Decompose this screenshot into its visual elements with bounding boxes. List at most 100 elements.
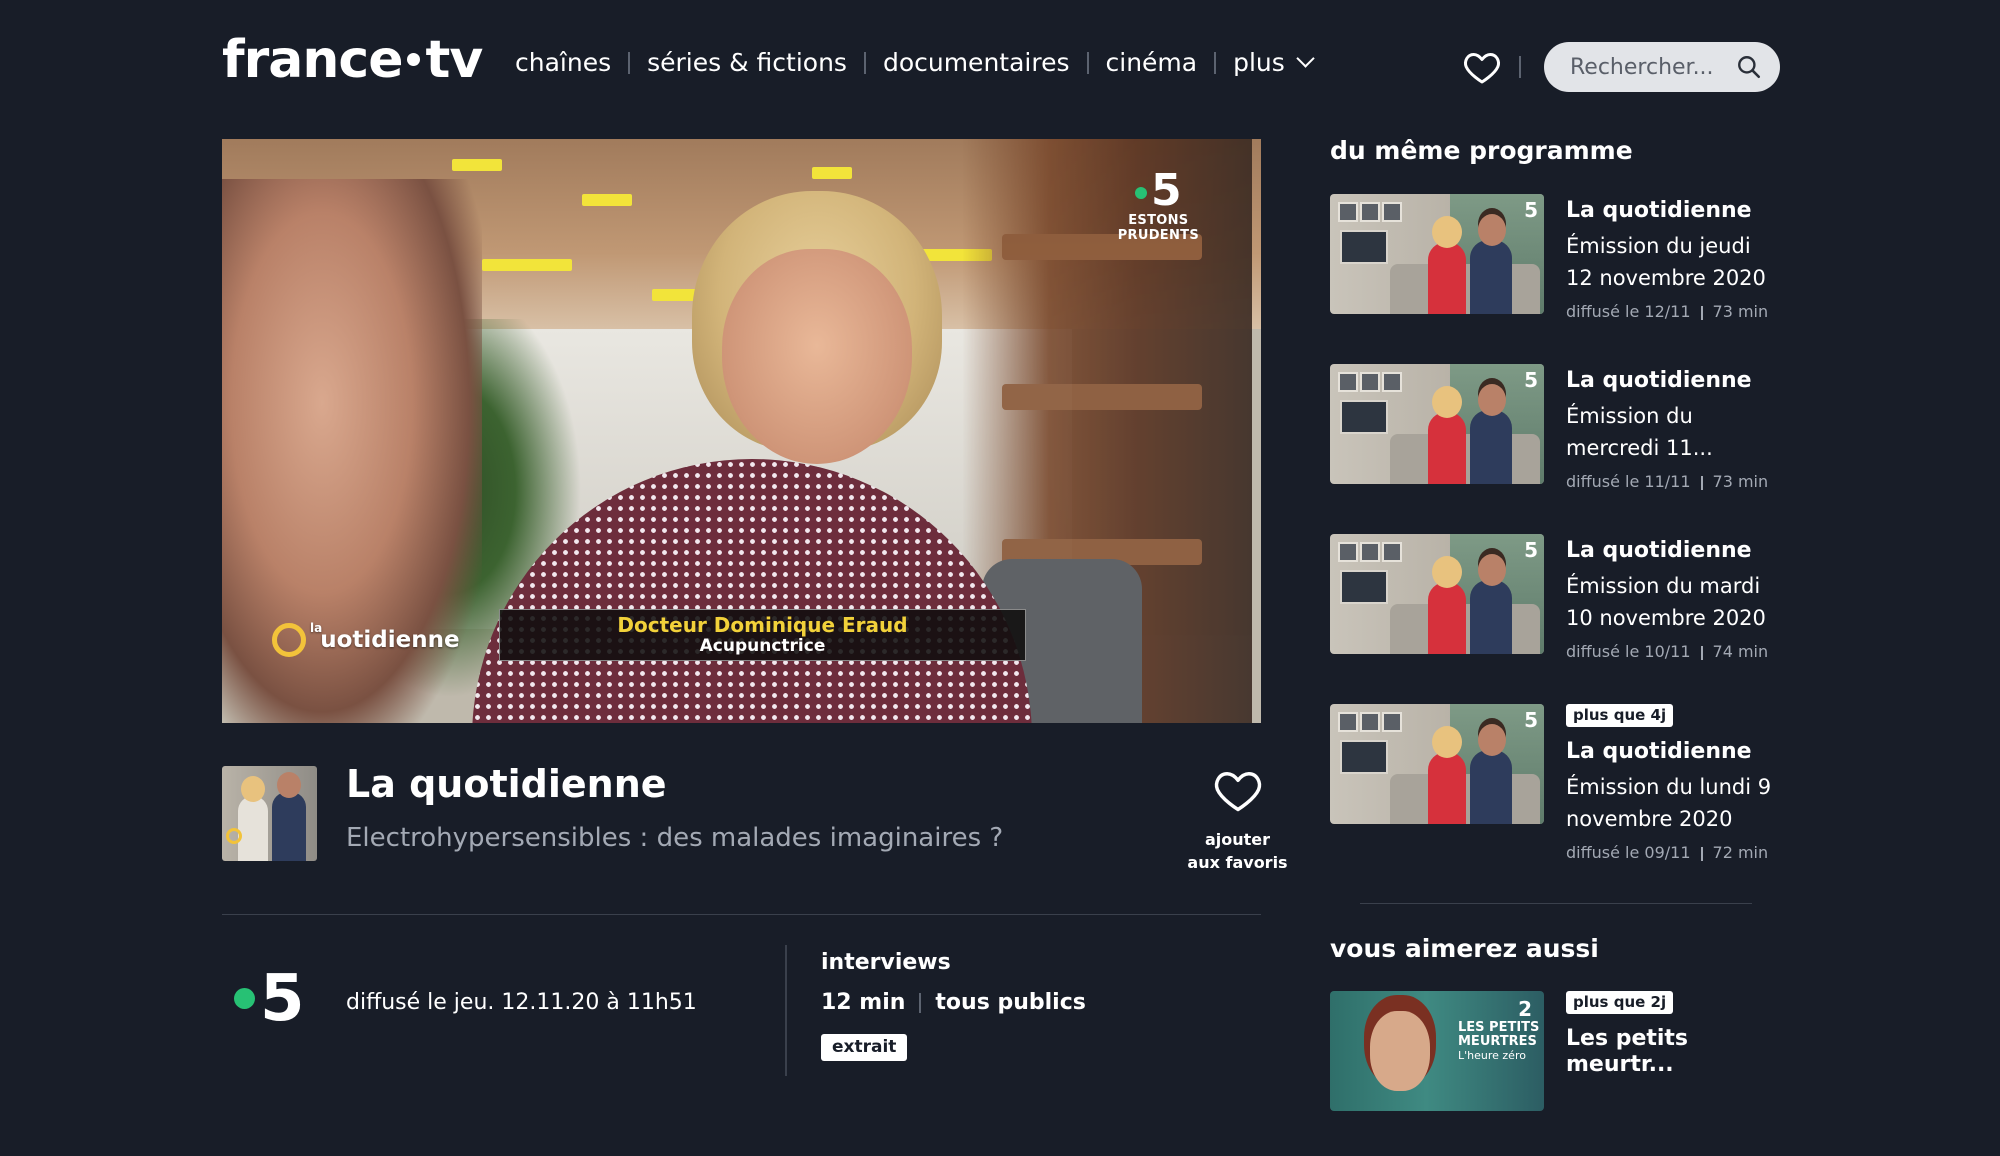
episode-card[interactable]: 5 plus que 4j La quotidienne Émission du… bbox=[1330, 704, 1780, 869]
thumbnail-channel-number: 5 bbox=[1524, 708, 1538, 732]
show-logo-overlay: la uotidienne bbox=[272, 621, 460, 657]
thumbnail-channel-number: 2 bbox=[1518, 997, 1532, 1021]
main-nav: chaînes séries & fictions documentaires … bbox=[515, 48, 1315, 77]
show-logo-text: uotidienne bbox=[320, 627, 460, 653]
nav-separator bbox=[1214, 51, 1217, 74]
episode-subtitle: Émission du jeudi 12 novembre 2020 bbox=[1566, 234, 1766, 290]
episode-duration: 74 min bbox=[1712, 642, 1769, 661]
nav-plus[interactable]: plus bbox=[1233, 48, 1315, 77]
episode-thumbnail[interactable]: 5 bbox=[1330, 364, 1544, 484]
recommendations-heading: vous aimerez aussi bbox=[1330, 934, 1599, 963]
logo-text-right: tv bbox=[425, 30, 483, 90]
recommendation-card[interactable]: LES PETITS MEURTRES L'heure zéro 2 plus qu… bbox=[1330, 991, 1780, 1156]
thumb-text-2: MEURTRES bbox=[1458, 1034, 1537, 1049]
nav-documentaires[interactable]: documentaires bbox=[883, 48, 1070, 77]
program-thumbnail[interactable] bbox=[222, 766, 317, 861]
meta-separator bbox=[1700, 305, 1703, 320]
video-player[interactable]: 5 ESTONS PRUDENTS la uotidienne Docteur … bbox=[222, 139, 1261, 723]
video-frame-guest-face bbox=[722, 249, 912, 464]
episode-aired: diffusé le 11/11 bbox=[1566, 472, 1691, 491]
lower-third: Docteur Dominique Eraud Acupunctrice bbox=[499, 609, 1026, 661]
channel-logo-number: 5 bbox=[260, 962, 305, 1036]
meta-separator bbox=[1700, 475, 1703, 490]
episode-card[interactable]: 5 La quotidienne Émission du jeudi 12 no… bbox=[1330, 194, 1780, 359]
add-to-favorites-button[interactable]: ajouter aux favoris bbox=[1180, 766, 1295, 874]
sidebar-divider bbox=[1360, 903, 1752, 904]
genre-label[interactable]: interviews bbox=[821, 950, 951, 975]
nav-separator bbox=[1086, 51, 1089, 74]
search-box[interactable] bbox=[1544, 42, 1780, 92]
episode-meta: diffusé le 11/11 73 min bbox=[1566, 472, 1780, 491]
thumbnail-portrait bbox=[1370, 1011, 1430, 1091]
thumbnail-channel-number: 5 bbox=[1524, 368, 1538, 392]
episode-title[interactable]: La quotidienne bbox=[1566, 368, 1780, 394]
show-logo-q-icon bbox=[272, 623, 306, 657]
vertical-divider bbox=[785, 945, 787, 1076]
content-divider bbox=[222, 914, 1261, 915]
header-separator bbox=[1519, 56, 1521, 78]
episode-card[interactable]: 5 La quotidienne Émission du mercredi 11… bbox=[1330, 364, 1780, 529]
meta-separator bbox=[1700, 846, 1703, 861]
episode-thumbnail[interactable]: 5 bbox=[1330, 534, 1544, 654]
episode-title[interactable]: La quotidienne bbox=[1566, 198, 1780, 224]
thumb-text-3: L'heure zéro bbox=[1458, 1049, 1526, 1062]
episode-subtitle: Émission du mardi 10 novembre 2020 bbox=[1566, 574, 1766, 630]
episode-meta: diffusé le 09/11 72 min bbox=[1566, 843, 1780, 862]
episode-aired: diffusé le 12/11 bbox=[1566, 302, 1691, 321]
availability-badge: plus que 2j bbox=[1566, 991, 1674, 1014]
episode-title[interactable]: La quotidienne bbox=[1566, 538, 1780, 564]
france-tv-logo[interactable]: france tv bbox=[222, 30, 483, 90]
recommendation-title[interactable]: Les petits meurtr... bbox=[1566, 1026, 1780, 1078]
episode-meta: diffusé le 12/11 73 min bbox=[1566, 302, 1780, 321]
same-program-heading: du même programme bbox=[1330, 136, 1633, 165]
nav-series-fictions[interactable]: séries & fictions bbox=[647, 48, 847, 77]
nav-cinema[interactable]: cinéma bbox=[1106, 48, 1198, 77]
episode-thumbnail[interactable]: 5 bbox=[1330, 194, 1544, 314]
thumbnail-channel-number: 5 bbox=[1524, 538, 1538, 562]
heart-icon bbox=[1214, 772, 1261, 812]
guest-role: Acupunctrice bbox=[699, 636, 826, 656]
favorite-label-1: ajouter bbox=[1204, 830, 1271, 849]
channel-logo[interactable]: 5 bbox=[234, 967, 305, 1031]
duration: 12 min bbox=[821, 990, 906, 1015]
episode-title[interactable]: La quotidienne bbox=[1566, 739, 1780, 765]
favorite-label-2: aux favoris bbox=[1187, 853, 1288, 872]
episode-subtitle: Émission du mercredi 11... bbox=[1566, 404, 1713, 460]
audience-rating: tous publics bbox=[935, 990, 1086, 1015]
episode-subtitle: Émission du lundi 9 novembre 2020 bbox=[1566, 775, 1772, 831]
program-meta: 12 min tous publics bbox=[821, 990, 1086, 1015]
search-input[interactable] bbox=[1570, 54, 1730, 80]
channel-tagline-2: PRUDENTS bbox=[1117, 228, 1199, 243]
channel-green-dot bbox=[234, 987, 255, 1009]
recommendation-thumbnail[interactable]: LES PETITS MEURTRES L'heure zéro 2 bbox=[1330, 991, 1544, 1111]
episode-duration: 73 min bbox=[1712, 302, 1769, 321]
nav-chaines[interactable]: chaînes bbox=[515, 48, 611, 77]
nav-separator bbox=[628, 51, 631, 74]
episode-duration: 73 min bbox=[1712, 472, 1769, 491]
episode-aired: diffusé le 10/11 bbox=[1566, 642, 1691, 661]
episode-aired: diffusé le 09/11 bbox=[1566, 843, 1691, 862]
meta-separator bbox=[919, 992, 922, 1013]
guest-name: Docteur Dominique Eraud bbox=[617, 613, 908, 637]
program-title[interactable]: La quotidienne bbox=[346, 762, 667, 806]
episode-duration: 72 min bbox=[1712, 843, 1769, 862]
channel-watermark: 5 ESTONS PRUDENTS bbox=[1117, 169, 1199, 244]
nav-plus-label: plus bbox=[1233, 48, 1285, 77]
meta-separator bbox=[1700, 645, 1703, 660]
episode-thumbnail[interactable]: 5 bbox=[1330, 704, 1544, 824]
search-icon[interactable] bbox=[1736, 54, 1762, 80]
chevron-down-icon bbox=[1296, 49, 1315, 68]
aired-date: diffusé le jeu. 12.11.20 à 11h51 bbox=[346, 990, 697, 1015]
nav-separator bbox=[863, 51, 866, 74]
channel-dot bbox=[1135, 187, 1148, 199]
logo-text-left: france bbox=[222, 30, 403, 90]
channel-tagline-1: ESTONS bbox=[1128, 213, 1189, 228]
program-thumbnail-art bbox=[222, 766, 317, 861]
program-subtitle: Electrohypersensibles : des malades imag… bbox=[346, 823, 1004, 853]
extrait-badge: extrait bbox=[821, 1034, 908, 1061]
episode-card[interactable]: 5 La quotidienne Émission du mardi 10 no… bbox=[1330, 534, 1780, 699]
channel-watermark-number: 5 bbox=[1151, 165, 1182, 216]
episode-meta: diffusé le 10/11 74 min bbox=[1566, 642, 1780, 661]
thumbnail-channel-number: 5 bbox=[1524, 198, 1538, 222]
favorites-heart-icon[interactable] bbox=[1462, 47, 1502, 87]
